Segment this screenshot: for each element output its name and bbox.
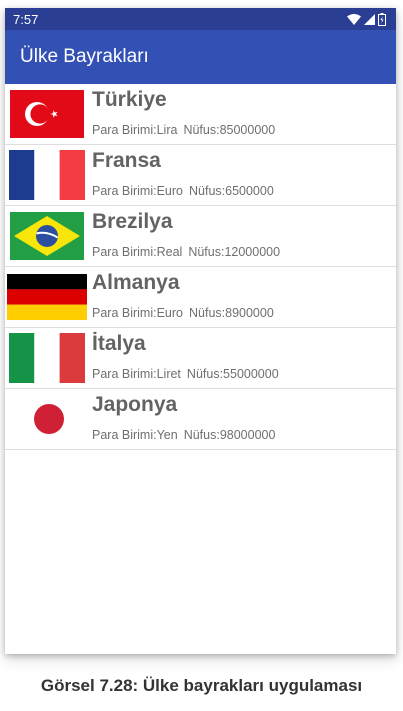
currency-label: Para Birimi:Lira <box>92 123 178 137</box>
country-name: İtalya <box>92 332 146 355</box>
list-item-turkiye[interactable]: Türkiye Para Birimi:Lira Nüfus:85000000 <box>5 84 396 145</box>
list-item-brezilya[interactable]: Brezilya Para Birimi:Real Nüfus:12000000 <box>5 206 396 267</box>
country-name: Japonya <box>92 393 178 416</box>
status-icons <box>347 12 386 26</box>
population-label: Nüfus:12000000 <box>188 245 281 259</box>
country-name: Türkiye <box>92 88 167 111</box>
population-label: Nüfus:85000000 <box>183 123 276 137</box>
phone-screen: 7:57 Ülke Bayrakları Türkiye Para Birimi… <box>5 8 396 654</box>
list-item-italya[interactable]: İtalya Para Birimi:Liret Nüfus:55000000 <box>5 328 396 389</box>
population-label: Nüfus:8900000 <box>189 306 274 320</box>
figure-caption: Görsel 7.28: Ülke bayrakları uygulaması <box>40 676 363 695</box>
app-bar: Ülke Bayrakları <box>5 30 396 84</box>
country-info: Para Birimi:Lira Nüfus:85000000 <box>92 123 275 137</box>
country-name: Fransa <box>92 149 161 172</box>
country-name: Almanya <box>92 271 180 294</box>
app-title: Ülke Bayrakları <box>20 46 149 67</box>
france-flag-icon <box>8 150 86 200</box>
currency-label: Para Birimi:Euro <box>92 184 183 198</box>
currency-label: Para Birimi:Real <box>92 245 183 259</box>
list-item-fransa[interactable]: Fransa Para Birimi:Euro Nüfus:6500000 <box>5 145 396 206</box>
country-info: Para Birimi:Euro Nüfus:6500000 <box>92 184 274 198</box>
country-info: Para Birimi:Euro Nüfus:8900000 <box>92 306 274 320</box>
population-label: Nüfus:6500000 <box>189 184 274 198</box>
country-list: Türkiye Para Birimi:Lira Nüfus:85000000 F… <box>5 84 396 450</box>
battery-icon <box>378 12 386 26</box>
status-time: 7:57 <box>13 11 39 27</box>
japan-flag-icon <box>8 394 86 444</box>
country-name: Brezilya <box>92 210 173 233</box>
currency-label: Para Birimi:Liret <box>92 367 181 381</box>
country-info: Para Birimi:Yen Nüfus:98000000 <box>92 428 275 442</box>
turkey-flag-icon <box>8 89 86 139</box>
germany-flag-icon <box>5 272 89 322</box>
population-label: Nüfus:98000000 <box>183 428 276 442</box>
country-info: Para Birimi:Real Nüfus:12000000 <box>92 245 280 259</box>
italy-flag-icon <box>8 333 86 383</box>
wifi-icon <box>347 13 361 25</box>
currency-label: Para Birimi:Yen <box>92 428 178 442</box>
brazil-flag-icon <box>8 211 86 261</box>
status-bar: 7:57 <box>5 8 396 30</box>
list-item-japonya[interactable]: Japonya Para Birimi:Yen Nüfus:98000000 <box>5 389 396 450</box>
list-item-almanya[interactable]: Almanya Para Birimi:Euro Nüfus:8900000 <box>5 267 396 328</box>
signal-icon <box>364 13 375 25</box>
population-label: Nüfus:55000000 <box>186 367 279 381</box>
country-info: Para Birimi:Liret Nüfus:55000000 <box>92 367 279 381</box>
currency-label: Para Birimi:Euro <box>92 306 183 320</box>
